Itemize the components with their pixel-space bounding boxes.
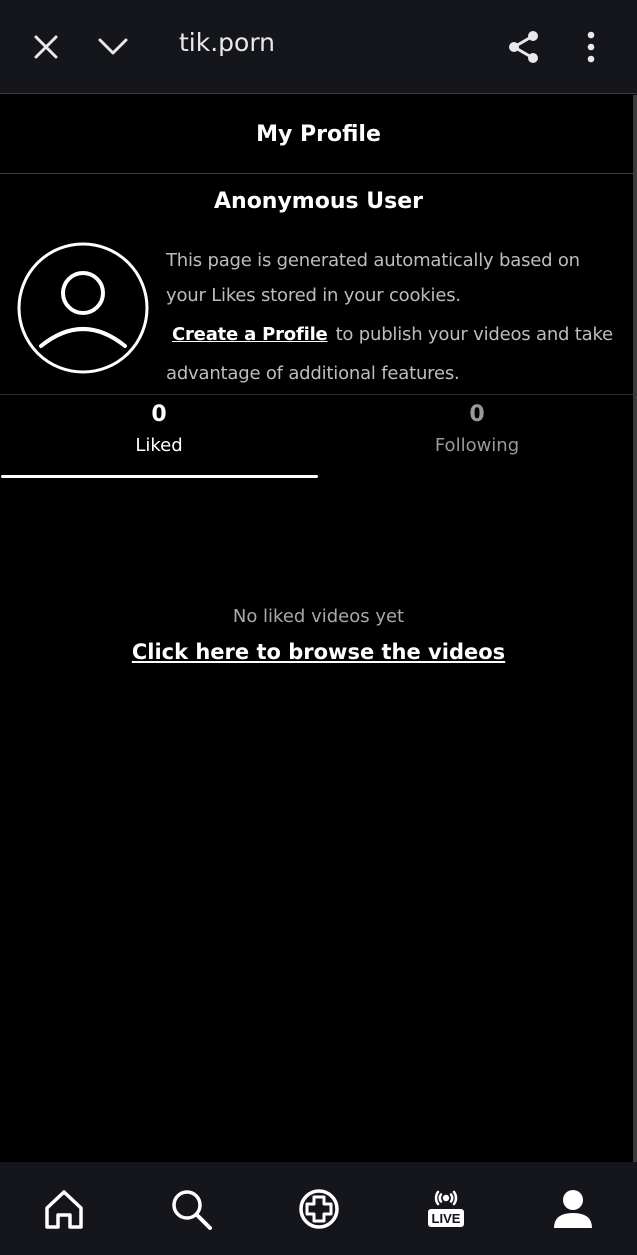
profile-description: This page is generated automatically bas… xyxy=(166,243,626,391)
liked-label: Liked xyxy=(135,435,183,456)
page-title: My Profile xyxy=(0,95,637,174)
bottom-navigation: LIVE xyxy=(0,1162,637,1255)
empty-state-message: No liked videos yet xyxy=(232,606,405,627)
create-profile-link[interactable]: Create a Profile xyxy=(172,324,328,345)
url-bar[interactable]: tik.porn xyxy=(179,28,275,57)
add-icon[interactable] xyxy=(296,1186,342,1232)
profile-name: Anonymous User xyxy=(214,189,423,214)
live-icon[interactable]: LIVE xyxy=(423,1186,469,1232)
browser-toolbar: tik.porn xyxy=(0,0,637,94)
live-label: LIVE xyxy=(432,1211,461,1226)
close-icon[interactable] xyxy=(32,33,60,61)
liked-count: 0 xyxy=(151,402,167,427)
following-count: 0 xyxy=(469,402,485,427)
description-line: This page is generated automatically bas… xyxy=(166,250,580,271)
scrollbar[interactable] xyxy=(633,95,637,1162)
profile-page: My Profile Anonymous User This page is g… xyxy=(0,95,637,1162)
chevron-down-icon[interactable] xyxy=(97,36,129,58)
description-text: to publish your videos and take xyxy=(335,324,614,345)
tab-liked[interactable]: 0 Liked xyxy=(0,401,318,463)
search-icon[interactable] xyxy=(168,1186,214,1232)
description-line: your Likes stored in your cookies. xyxy=(166,285,461,306)
browse-videos-link[interactable]: Click here to browse the videos xyxy=(0,640,637,664)
profile-icon[interactable] xyxy=(550,1186,596,1232)
following-label: Following xyxy=(434,435,520,456)
divider xyxy=(0,394,637,395)
user-avatar-icon xyxy=(17,242,149,374)
description-line: Create a Profile to publish your videos a… xyxy=(166,317,626,352)
active-tab-indicator xyxy=(1,475,318,478)
description-line: advantage of additional features. xyxy=(166,363,460,384)
home-icon[interactable] xyxy=(41,1186,87,1232)
share-icon[interactable] xyxy=(507,30,541,64)
more-vertical-icon[interactable] xyxy=(584,31,598,63)
tab-following[interactable]: 0 Following xyxy=(318,401,636,463)
